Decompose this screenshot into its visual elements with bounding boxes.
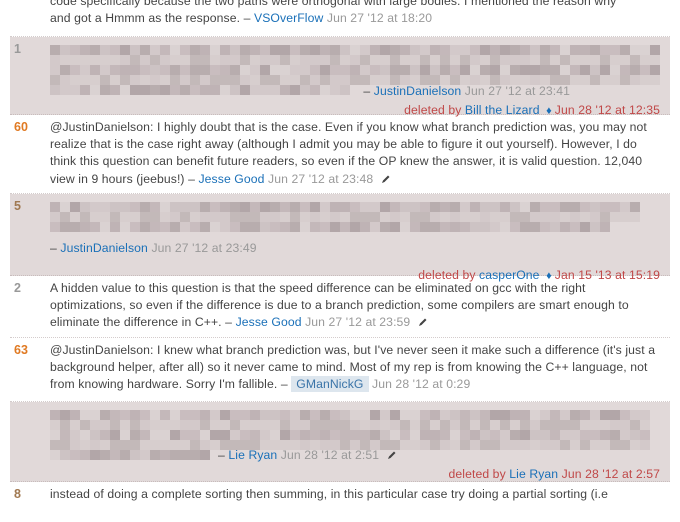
comment-date[interactable]: Jun 27 '12 at 23:48	[268, 172, 373, 186]
redacted-text	[50, 45, 660, 95]
comment-date[interactable]: Jun 27 '12 at 18:20	[327, 11, 432, 25]
comment-user-link[interactable]: Jesse Good	[236, 315, 302, 329]
comment-body: @JustinDanielson: I highly doubt that is…	[50, 115, 670, 193]
comment-body: – JustinDanielson Jun 27 '12 at 23:49 de…	[50, 194, 670, 282]
comment-attribution: – JustinDanielson Jun 27 '12 at 23:49	[50, 240, 660, 257]
comment-score: 1	[14, 42, 21, 56]
comment: 63 @JustinDanielson: I knew what branch …	[10, 338, 670, 402]
deleted-comment: 5 – JustinDanielson Jun 27 '12 at 23:49 …	[10, 194, 670, 282]
comment-date[interactable]: Jun 27 '12 at 23:49	[151, 241, 256, 255]
comment-list: code specifically because the two paths …	[10, 0, 670, 522]
comment-body: @JustinDanielson: I knew what branch pre…	[50, 338, 670, 401]
deleted-by-user-link[interactable]: Lie Ryan	[509, 467, 558, 481]
comment-score	[10, 402, 50, 481]
redacted-text	[50, 202, 660, 232]
deleted-comment: – Lie Ryan Jun 28 '12 at 2:51 deleted by…	[10, 402, 670, 482]
redacted-row	[50, 75, 660, 85]
separator: –	[243, 11, 251, 26]
comment-user-link[interactable]: JustinDanielson	[60, 241, 148, 255]
comment-score: 8	[14, 487, 21, 501]
redacted-text	[50, 410, 660, 460]
redacted-row	[50, 212, 660, 222]
separator: –	[280, 377, 288, 392]
redacted-row	[50, 55, 660, 65]
comment-text: instead of doing a complete sorting then…	[50, 487, 608, 501]
comment-body: code specifically because the two paths …	[50, 0, 670, 36]
comment-score: 60	[14, 120, 28, 134]
edited-pencil-icon[interactable]	[381, 172, 391, 183]
redacted-row	[50, 430, 660, 440]
comment-user-link[interactable]: VSOverFlow	[254, 11, 323, 25]
comment: 2 A hidden value to this question is tha…	[10, 276, 670, 338]
edited-pencil-icon[interactable]	[418, 315, 428, 327]
comment-body: – JustinDanielson Jun 27 '12 at 23:41 de…	[50, 37, 670, 117]
comment: 8 instead of doing a complete sorting th…	[10, 482, 670, 522]
comment-date[interactable]: Jun 28 '12 at 0:29	[372, 377, 470, 391]
deleted-comment: 1 – JustinDanielson Jun 27 '12 at 23:41 …	[10, 37, 670, 117]
comment-score: 63	[14, 343, 28, 357]
deleted-by-label: deleted by	[448, 467, 506, 482]
comment-score: 5	[14, 199, 21, 213]
comment-text: and got a Hmmm as the response.	[50, 11, 241, 26]
comment-user-link[interactable]: Jesse Good	[198, 172, 264, 186]
comment: 60 @JustinDanielson: I highly doubt that…	[10, 115, 670, 194]
redacted-row	[50, 440, 660, 450]
separator: –	[225, 315, 233, 330]
redacted-row	[50, 85, 660, 95]
redacted-row	[50, 65, 660, 75]
comment-body: instead of doing a complete sorting then…	[50, 482, 670, 522]
separator: –	[50, 241, 57, 255]
separator: –	[188, 171, 195, 186]
comment: code specifically because the two paths …	[10, 0, 670, 37]
comment-text: code specifically because the two paths …	[50, 0, 617, 8]
comment-score: 2	[14, 281, 21, 295]
redacted-row	[50, 450, 660, 460]
redacted-row	[50, 45, 660, 55]
comment-user-link-op[interactable]: GManNickG	[291, 376, 369, 393]
redacted-row	[50, 420, 660, 430]
comment-date[interactable]: Jun 27 '12 at 23:59	[305, 315, 410, 329]
redacted-row	[50, 410, 660, 420]
comment-body: A hidden value to this question is that …	[50, 276, 670, 337]
redacted-row	[50, 222, 660, 232]
deleted-date: Jun 28 '12 at 2:57	[561, 467, 660, 482]
redacted-row	[50, 202, 660, 212]
comment-body: – Lie Ryan Jun 28 '12 at 2:51 deleted by…	[50, 402, 670, 481]
comment-score	[10, 0, 50, 36]
